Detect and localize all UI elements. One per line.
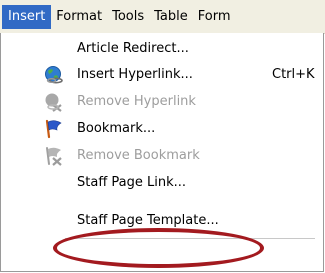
menu-format[interactable]: Format — [51, 5, 107, 29]
broken-link-icon — [45, 93, 62, 112]
menu-tools[interactable]: Tools — [107, 5, 149, 29]
menu-item-remove-bookmark[interactable]: Remove Bookmark — [1, 144, 323, 167]
menu-table[interactable]: Table — [149, 5, 193, 29]
menu-item-bookmark[interactable]: Bookmark... — [1, 117, 323, 140]
remove-bookmark-icon — [46, 147, 62, 166]
menu-item-label: Staff Page Link... — [77, 175, 187, 190]
menu-item-staff-page-link[interactable]: Staff Page Link... — [1, 171, 323, 194]
globe-link-icon — [45, 66, 63, 84]
menu-item-label: Insert Hyperlink... — [77, 67, 193, 82]
menu-item-label: Remove Hyperlink — [77, 94, 196, 109]
menu-item-label: Remove Bookmark — [77, 148, 200, 163]
menu-item-label: Article Redirect... — [77, 41, 189, 56]
bookmark-flag-icon — [45, 119, 62, 139]
menu-bar: Insert Format Tools Table Form — [0, 0, 325, 34]
shortcut-label: Ctrl+K — [272, 67, 315, 82]
menu-item-remove-hyperlink[interactable]: Remove Hyperlink — [1, 90, 323, 113]
menu-form[interactable]: Form — [193, 5, 236, 29]
menu-insert[interactable]: Insert — [2, 5, 52, 29]
menu-item-insert-hyperlink[interactable]: Insert Hyperlink... Ctrl+K — [1, 63, 323, 86]
menu-item-article-redirect[interactable]: Article Redirect... — [1, 37, 323, 60]
annotation-ellipse — [53, 228, 264, 268]
menu-item-label: Bookmark... — [77, 121, 156, 136]
